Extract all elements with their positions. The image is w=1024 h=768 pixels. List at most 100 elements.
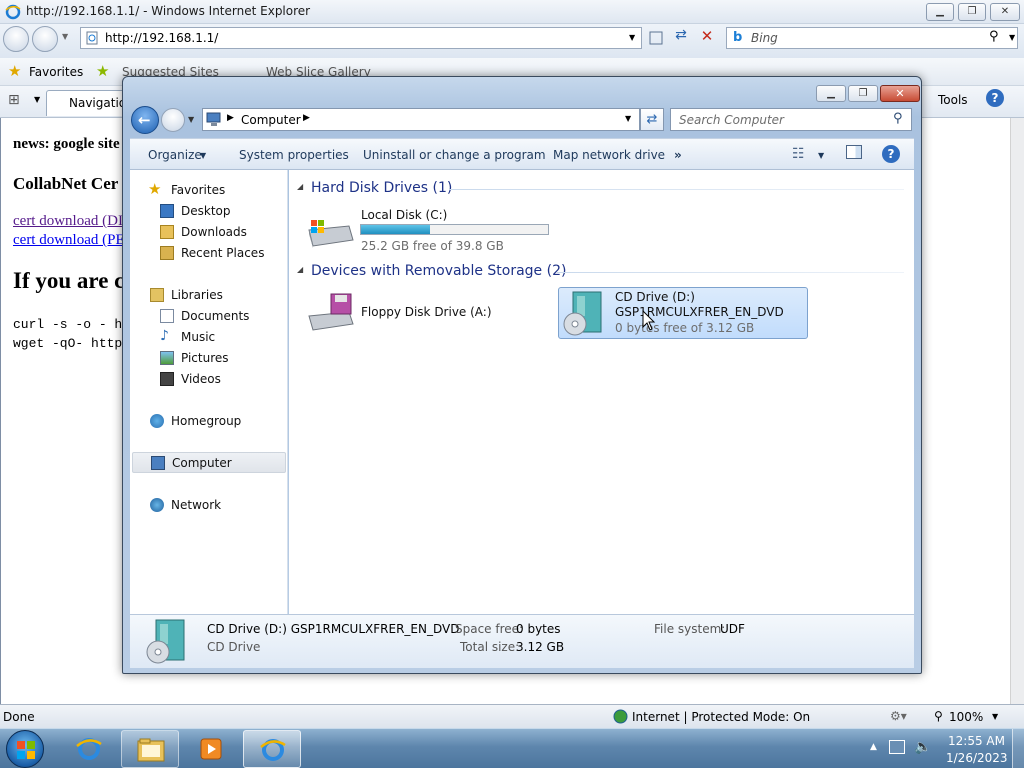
drive-cd-d-selected[interactable]: CD Drive (D:) GSP1RMCULXFRER_EN_DVD 0 by… [558,287,808,339]
drive-local-disk-c[interactable]: Local Disk (C:) 25.2 GB free of 39.8 GB [305,208,555,254]
compat-view-icon[interactable] [646,27,666,49]
nav-desktop[interactable]: Desktop [130,201,288,221]
show-desktop-button[interactable] [1012,729,1024,768]
drive-d-free-space: 0 bytes free of 3.12 GB [615,321,755,335]
clock-time[interactable]: 12:55 AM [948,734,1005,748]
show-hidden-icons-icon[interactable]: ▲ [870,742,877,752]
organize-chevron-icon[interactable]: ▼ [200,151,206,160]
action-center-icon[interactable] [889,740,905,754]
explorer-minimize-button[interactable]: ▁ [816,85,846,102]
drive-floppy-a[interactable]: Floppy Disk Drive (A:) [305,290,525,336]
favorites-button[interactable]: Favorites [29,65,83,79]
explorer-forward-button[interactable] [161,108,185,132]
start-button[interactable] [6,730,44,768]
explorer-help-icon[interactable]: ? [882,145,900,163]
explorer-search-icon[interactable]: ⚲ [893,111,903,126]
ie-vertical-scrollbar[interactable] [1010,118,1024,704]
nav-libraries-label: Libraries [171,288,223,302]
nav-computer[interactable]: Computer [132,452,286,473]
search-dropdown-icon[interactable]: ▼ [1009,33,1015,42]
taskbar-explorer[interactable] [121,730,179,768]
map-network-drive-button[interactable]: Map network drive [553,148,665,162]
explorer-close-button[interactable]: ✕ [880,85,920,102]
collapse-hdd-group-icon[interactable]: ◢ [297,182,303,191]
ie-history-chevron-icon[interactable]: ▼ [62,32,68,41]
music-icon: ♪ [160,328,169,344]
code-line-curl: curl -s -o - h [13,317,123,332]
address-dropdown-icon[interactable]: ▼ [629,33,635,42]
ie-address-text: http://192.168.1.1/ [105,31,219,45]
add-favorites-icon[interactable]: ★ [96,62,109,80]
help-icon[interactable]: ? [986,89,1004,107]
cert-download-link-1[interactable]: cert download (DI [13,213,123,230]
zoom-dropdown-icon[interactable]: ▼ [992,712,998,721]
volume-muted-icon[interactable]: 🔈 [914,739,931,755]
explorer-back-button[interactable]: ← [131,106,159,134]
maximize-button[interactable]: ❐ [958,3,986,21]
ie-address-bar[interactable]: http://192.168.1.1/ ▼ [80,27,642,49]
breadcrumb-chevron-icon[interactable]: ▶ [303,113,310,123]
details-total-size: 3.12 GB [516,640,565,654]
group-hard-disk-drives[interactable]: Hard Disk Drives (1) [311,180,452,196]
details-pane: CD Drive (D:) GSP1RMCULXFRER_EN_DVD CD D… [130,614,914,668]
breadcrumb-separator-icon[interactable]: ▶ [227,113,234,123]
recent-pages-chevron-icon[interactable]: ▼ [188,115,194,124]
nav-downloads[interactable]: Downloads [130,222,288,242]
ie-tab[interactable]: Navigation [46,90,134,116]
more-commands-button[interactable]: » [674,148,682,162]
drive-c-name: Local Disk (C:) [361,208,448,222]
system-properties-button[interactable]: System properties [239,148,349,162]
explorer-maximize-button[interactable]: ❐ [848,85,878,102]
group-removable-storage[interactable]: Devices with Removable Storage (2) [311,263,566,279]
ie-forward-button[interactable] [32,26,58,52]
stop-icon[interactable]: ✕ [696,27,718,49]
change-view-icon[interactable]: ☷ [792,146,805,162]
drive-a-name: Floppy Disk Drive (A:) [361,305,492,319]
quick-tabs-icon[interactable]: ⊞ [8,92,20,108]
media-player-icon [200,738,222,760]
taskbar-ie-pinned[interactable] [60,730,118,768]
group-divider-removable [557,272,904,273]
collapse-removable-group-icon[interactable]: ◢ [297,265,303,274]
search-icon[interactable]: ⚲ [989,29,999,44]
nav-computer-icon [151,456,165,470]
cert-download-link-2[interactable]: cert download (PE [13,232,125,249]
preview-pane-icon[interactable] [846,145,862,159]
ie-search-box[interactable]: b Bing ⚲ ▼ [726,27,1018,49]
zoom-level[interactable]: 100% [949,710,983,724]
nav-libraries[interactable]: Libraries [130,285,288,305]
nav-music[interactable]: ♪ Music [130,327,288,347]
explorer-address-bar[interactable]: ▶ Computer ▶ ▼ [202,108,640,131]
view-options-chevron-icon[interactable]: ▼ [818,151,824,160]
homegroup-icon [150,414,164,428]
nav-pictures[interactable]: Pictures [130,348,288,368]
nav-documents[interactable]: Documents [130,306,288,326]
status-zone[interactable]: Internet | Protected Mode: On [632,710,810,724]
ie-back-button[interactable] [3,26,29,52]
breadcrumb-computer[interactable]: Computer [241,113,301,127]
details-file-system-label: File system: [654,622,726,636]
nav-videos[interactable]: Videos [130,369,288,389]
nav-pictures-label: Pictures [181,351,229,365]
minimize-button[interactable]: ▁ [926,3,954,21]
details-type: CD Drive [207,640,261,654]
clock-date[interactable]: 1/26/2023 [946,751,1008,765]
taskbar-media-player[interactable] [182,730,240,768]
nav-homegroup[interactable]: Homegroup [130,411,288,431]
refresh-icon[interactable]: ⇄ [670,27,692,49]
organize-button[interactable]: Organize [148,148,202,162]
nav-videos-label: Videos [181,372,221,386]
uninstall-program-button[interactable]: Uninstall or change a program [363,148,546,162]
nav-recent-places[interactable]: Recent Places [130,243,288,263]
explorer-search-box[interactable]: Search Computer ⚲ [670,108,912,131]
taskbar-ie-active[interactable] [243,730,301,768]
nav-favorites[interactable]: ★ Favorites [130,180,288,200]
tools-menu[interactable]: Tools [938,93,968,107]
popup-settings-icon[interactable]: ⚙▾ [890,709,907,723]
nav-network[interactable]: Network [130,495,288,515]
explorer-refresh-icon[interactable]: ⇄ [640,108,664,131]
tab-list-chevron-icon[interactable]: ▼ [34,95,40,104]
ie-search-placeholder: Bing [751,31,778,45]
close-button[interactable]: ✕ [990,3,1020,21]
address-history-dropdown-icon[interactable]: ▼ [625,114,631,123]
